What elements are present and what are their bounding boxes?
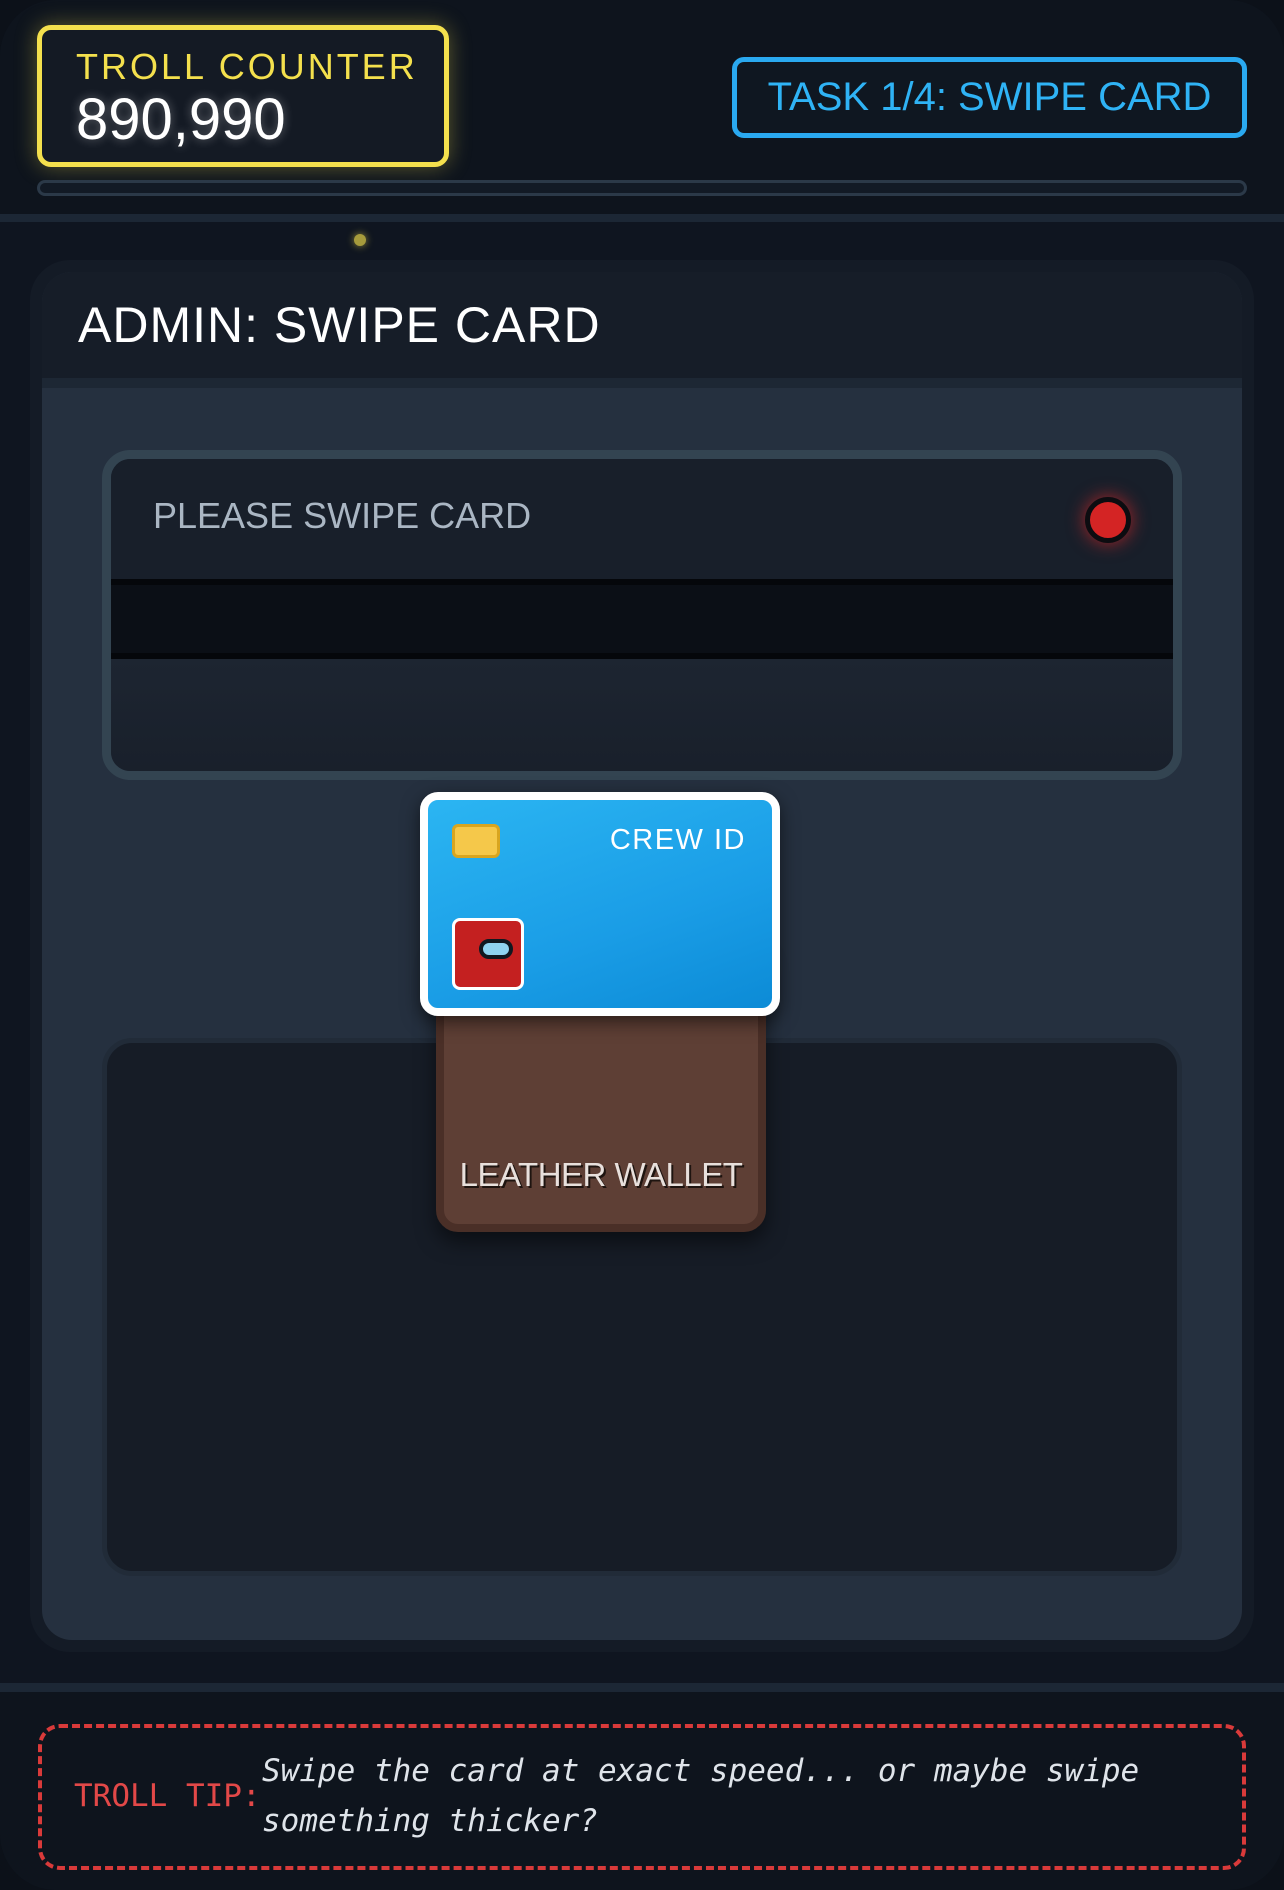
troll-counter-value: 890,990 — [76, 87, 286, 152]
card-reader: PLEASE SWIPE CARD — [102, 450, 1182, 780]
troll-counter: TROLL COUNTER 890,990 — [37, 25, 449, 167]
reader-status-text: PLEASE SWIPE CARD — [153, 495, 532, 536]
task-badge: TASK 1/4: SWIPE CARD — [732, 57, 1247, 138]
troll-counter-label: TROLL COUNTER — [76, 46, 418, 87]
card-swipe-slot[interactable] — [111, 579, 1173, 659]
wallet-label: LEATHER WALLET — [459, 1156, 743, 1193]
reader-display: PLEASE SWIPE CARD — [111, 459, 1173, 579]
spark-dot — [354, 234, 366, 246]
header-bar: TROLL COUNTER 890,990 TASK 1/4: SWIPE CA… — [0, 0, 1284, 222]
game-screen: TROLL COUNTER 890,990 TASK 1/4: SWIPE CA… — [0, 0, 1284, 1890]
panel-title: ADMIN: SWIPE CARD — [78, 297, 601, 353]
crewmate-icon — [452, 918, 524, 990]
troll-tip-label: TROLL TIP: — [74, 1778, 261, 1814]
task-progress-bar — [37, 180, 1247, 196]
troll-tip-box: TROLL TIP: Swipe the card at exact speed… — [38, 1724, 1246, 1870]
reader-base — [111, 659, 1173, 771]
crew-id-card[interactable]: CREW ID — [420, 792, 780, 1016]
footer-bar: TROLL TIP: Swipe the card at exact speed… — [0, 1683, 1284, 1890]
card-label: CREW ID — [609, 824, 746, 856]
reader-status-led-icon — [1085, 497, 1131, 543]
card-chip-icon — [452, 824, 500, 858]
troll-tip-text: Swipe the card at exact speed... or mayb… — [262, 1753, 1140, 1839]
crewmate-visor — [479, 939, 513, 959]
panel-title-bar: ADMIN: SWIPE CARD — [42, 272, 1242, 388]
